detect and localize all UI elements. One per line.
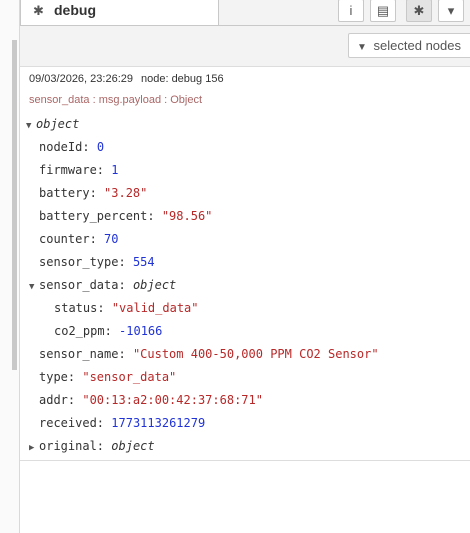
filter-bar: ▼ selected nodes — [20, 26, 470, 67]
tree-row[interactable]: battery_percent: "98.56" — [39, 208, 212, 224]
tree-row[interactable]: sensor_name: "Custom 400-50,000 PPM CO2 … — [39, 346, 379, 362]
tree-row[interactable]: nodeId: 0 — [39, 139, 104, 155]
source-node-link[interactable]: node: debug 156 — [141, 73, 224, 85]
filter-label: selected nodes — [373, 38, 461, 53]
tree-row[interactable]: addr: "00:13:a2:00:42:37:68:71" — [39, 392, 263, 408]
debug-button[interactable]: ✱ — [406, 0, 432, 22]
more-button[interactable]: ▾ — [438, 0, 464, 22]
filter-button[interactable]: ▼ selected nodes — [348, 33, 470, 58]
root-type: object — [36, 117, 80, 131]
timestamp: 09/03/2026, 23:26:29 — [29, 73, 133, 85]
expand-caret-icon: ▼ — [26, 121, 32, 131]
expand-caret-icon: ▼ — [29, 282, 35, 292]
tab-label: debug — [54, 2, 96, 18]
tree-row[interactable]: firmware: 1 — [39, 162, 119, 178]
debug-header: ✱ debug i ▤ ✱ ▾ — [20, 0, 470, 26]
sidebar-scrollbar[interactable] — [0, 0, 20, 533]
tab-debug[interactable]: ✱ debug — [20, 0, 219, 25]
info-icon: i — [349, 3, 353, 18]
dropdown-icon: ▾ — [447, 3, 455, 18]
tree-row[interactable]: status: "valid_data" — [54, 300, 199, 316]
tree-row-original[interactable]: ▶ original: object — [29, 438, 155, 454]
message-meta: 09/03/2026, 23:26:29 node: debug 156 — [29, 73, 224, 85]
root-node[interactable]: ▼ object — [26, 116, 79, 132]
message-topic: sensor_data : msg.payload : Object — [29, 94, 203, 106]
info-button[interactable]: i — [338, 0, 364, 22]
tree-row-sensor-data[interactable]: ▼ sensor_data: object — [29, 277, 176, 293]
help-button[interactable]: ▤ — [370, 0, 396, 22]
tree-row[interactable]: battery: "3.28" — [39, 185, 147, 201]
filter-icon: ▼ — [357, 42, 367, 53]
debug-message: 09/03/2026, 23:26:29 node: debug 156 sens… — [20, 67, 470, 461]
tree-row[interactable]: counter: 70 — [39, 231, 118, 247]
bug-icon: ✱ — [33, 3, 44, 18]
tree-row[interactable]: sensor_type: 554 — [39, 254, 155, 270]
collapsed-caret-icon: ▶ — [29, 443, 35, 453]
tree-row[interactable]: received: 1773113261279 — [39, 415, 205, 431]
bug-icon: ✱ — [413, 3, 425, 18]
book-icon: ▤ — [376, 3, 390, 18]
tree-row[interactable]: co2_ppm: -10166 — [54, 323, 162, 339]
scrollbar-thumb[interactable] — [12, 40, 17, 370]
tree-row[interactable]: type: "sensor_data" — [39, 369, 176, 385]
